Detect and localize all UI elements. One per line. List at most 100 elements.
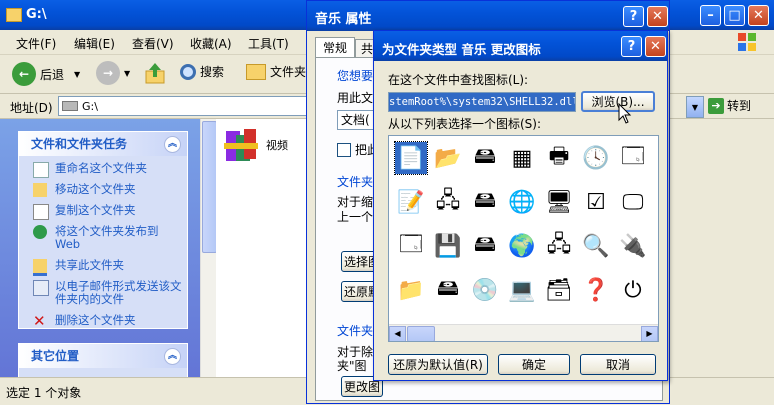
help-button[interactable]: ?: [623, 6, 644, 27]
scroll-left-button[interactable]: ◀: [389, 326, 406, 341]
close-button[interactable]: ✕: [645, 36, 666, 57]
horizontal-scrollbar[interactable]: ◀ ▶: [389, 324, 658, 341]
globe-icon: [33, 225, 47, 239]
task-publish-web[interactable]: 将这个文件夹发布到Web: [19, 223, 187, 253]
window-icon[interactable]: 🗔: [617, 142, 649, 174]
move-icon: [33, 183, 47, 197]
clock-icon[interactable]: 🕓: [580, 142, 612, 174]
network-icon[interactable]: 🖧: [543, 230, 575, 262]
search-button[interactable]: 搜索: [180, 63, 224, 80]
icon-list[interactable]: ⏻ ❓ 🗃 💻 💿 🖴 📁 🔌 🔍 🖧 🌍 🖴 💾 🗔 🖵 ☑ 🖥 🌐 🖴 🖧 📝 🗔 🕓 🖶 ▦ 🖴 📂 📄 ◀ ▶: [388, 135, 659, 342]
group-label-2: 文件夹: [337, 175, 374, 189]
change-icon-title: 为文件夹类型 音乐 更改图标: [382, 42, 541, 57]
menu-view[interactable]: 查看(V): [132, 35, 174, 52]
drive-icon[interactable]: 🖴: [469, 142, 501, 174]
control-panel-icon[interactable]: 🗃: [543, 274, 575, 306]
cancel-button[interactable]: 取消: [580, 354, 656, 375]
drive-flat-icon[interactable]: 🖴: [432, 274, 464, 306]
menu-file[interactable]: 文件(F): [16, 35, 56, 52]
drive-x-icon[interactable]: 🖴: [469, 230, 501, 262]
menu-favorites[interactable]: 收藏(A): [190, 35, 232, 52]
close-button[interactable]: ✕: [748, 5, 769, 26]
winrar-archive-icon: [222, 125, 262, 165]
go-button[interactable]: ➔ 转到: [708, 97, 751, 114]
collapse-chevron-icon[interactable]: ︽: [164, 136, 181, 153]
properties-title-bar[interactable]: 音乐 属性 ? ✕: [307, 1, 669, 31]
document-icon[interactable]: 📄: [394, 141, 428, 175]
rename-icon: [33, 162, 49, 178]
computer-icon[interactable]: 💻: [506, 274, 538, 306]
task-rename[interactable]: 重命名这个文件夹: [19, 160, 187, 178]
collapse-chevron-icon[interactable]: ︽: [164, 348, 181, 365]
tab-general[interactable]: 常规: [315, 37, 355, 58]
file-item-video[interactable]: 视频: [222, 125, 288, 165]
report-icon[interactable]: 📝: [395, 186, 427, 218]
change-icon-title-bar[interactable]: 为文件夹类型 音乐 更改图标 ? ✕: [374, 31, 667, 61]
task-share[interactable]: 共享此文件夹: [19, 257, 187, 276]
power-icon[interactable]: ⏻: [617, 274, 649, 306]
cd-icon[interactable]: 💿: [469, 274, 501, 306]
search-label: 搜索: [200, 65, 225, 79]
task-delete[interactable]: ✕ 删除这个文件夹: [19, 312, 187, 329]
file-view: 视频: [216, 119, 308, 377]
globe-icon[interactable]: 🌐: [506, 186, 538, 218]
maximize-button[interactable]: □: [724, 5, 745, 26]
address-dropdown[interactable]: ▼: [686, 96, 704, 118]
folder-open-icon[interactable]: 📂: [432, 142, 464, 174]
back-arrow-icon: ←: [12, 62, 36, 86]
task-copy[interactable]: 复制这个文件夹: [19, 202, 187, 220]
task-email[interactable]: 以电子邮件形式发送该文件夹内的文件: [19, 278, 187, 308]
close-button[interactable]: ✕: [647, 6, 668, 27]
folders-button[interactable]: 文件夹: [246, 63, 306, 80]
folders-label: 文件夹: [270, 65, 307, 79]
vertical-scrollbar[interactable]: [200, 119, 217, 377]
icon-file-path-input[interactable]: stemRoot%\system32\SHELL32.dll: [388, 92, 576, 112]
scroll-thumb[interactable]: [202, 121, 217, 253]
window-list-icon[interactable]: 🗔: [395, 230, 427, 262]
group-label-3: 文件夹: [337, 324, 374, 338]
checkbox-box: [337, 142, 351, 157]
folder-icon: [6, 8, 22, 22]
ok-button[interactable]: 确定: [498, 354, 570, 375]
menu-tools[interactable]: 工具(T): [248, 35, 289, 52]
forward-button[interactable]: → ▼: [96, 61, 130, 85]
dropdown-icon: ▼: [74, 69, 81, 79]
help-icon[interactable]: ❓: [580, 274, 612, 306]
panel-title: 其它位置: [31, 349, 80, 363]
cable-icon[interactable]: 🔌: [617, 230, 649, 262]
monitor-icon[interactable]: 🖥: [543, 186, 575, 218]
panel-header[interactable]: 其它位置 ︽: [19, 344, 187, 368]
floppy-icon[interactable]: 💾: [432, 230, 464, 262]
magnifier-icon[interactable]: 🔍: [580, 230, 612, 262]
address-label: 地址(D): [10, 101, 53, 115]
drive-icon: [62, 101, 78, 111]
menu-edit[interactable]: 编辑(E): [74, 35, 115, 52]
chip-icon[interactable]: ▦: [506, 142, 538, 174]
screen-icon[interactable]: 🖵: [617, 186, 649, 218]
up-folder-button[interactable]: [145, 61, 167, 85]
folder-icon[interactable]: 📁: [395, 274, 427, 306]
address-value: G:\: [82, 99, 98, 113]
help-button[interactable]: ?: [621, 36, 642, 57]
panel-title: 文件和文件夹任务: [31, 137, 128, 151]
minimize-button[interactable]: –: [700, 5, 721, 26]
restore-defaults-button[interactable]: 还原为默认值(R): [388, 354, 488, 375]
back-label: 后退: [40, 67, 65, 82]
address-input[interactable]: G:\: [58, 96, 311, 116]
scroll-thumb[interactable]: [407, 326, 435, 341]
share-drive-icon[interactable]: 🖴: [469, 186, 501, 218]
go-label: 转到: [727, 99, 752, 113]
globe-drive-icon[interactable]: 🌍: [506, 230, 538, 262]
dropdown-icon: ▼: [124, 68, 131, 78]
group-label-1: 您想要: [337, 69, 374, 83]
back-button[interactable]: ← 后退 ▼: [12, 61, 80, 87]
task-move[interactable]: 移动这个文件夹: [19, 181, 187, 198]
check-icon[interactable]: ☑: [580, 186, 612, 218]
panel-header[interactable]: 文件和文件夹任务 ︽: [19, 132, 187, 156]
forward-arrow-icon: →: [96, 61, 120, 85]
go-arrow-icon: ➔: [708, 97, 724, 114]
file-tasks-panel: 文件和文件夹任务 ︽ 重命名这个文件夹 移动这个文件夹 复制这个文件夹 将这个文…: [18, 131, 188, 329]
printer-icon[interactable]: 🖶: [543, 142, 575, 174]
scroll-right-button[interactable]: ▶: [641, 326, 658, 341]
network-drive-icon[interactable]: 🖧: [432, 186, 464, 218]
